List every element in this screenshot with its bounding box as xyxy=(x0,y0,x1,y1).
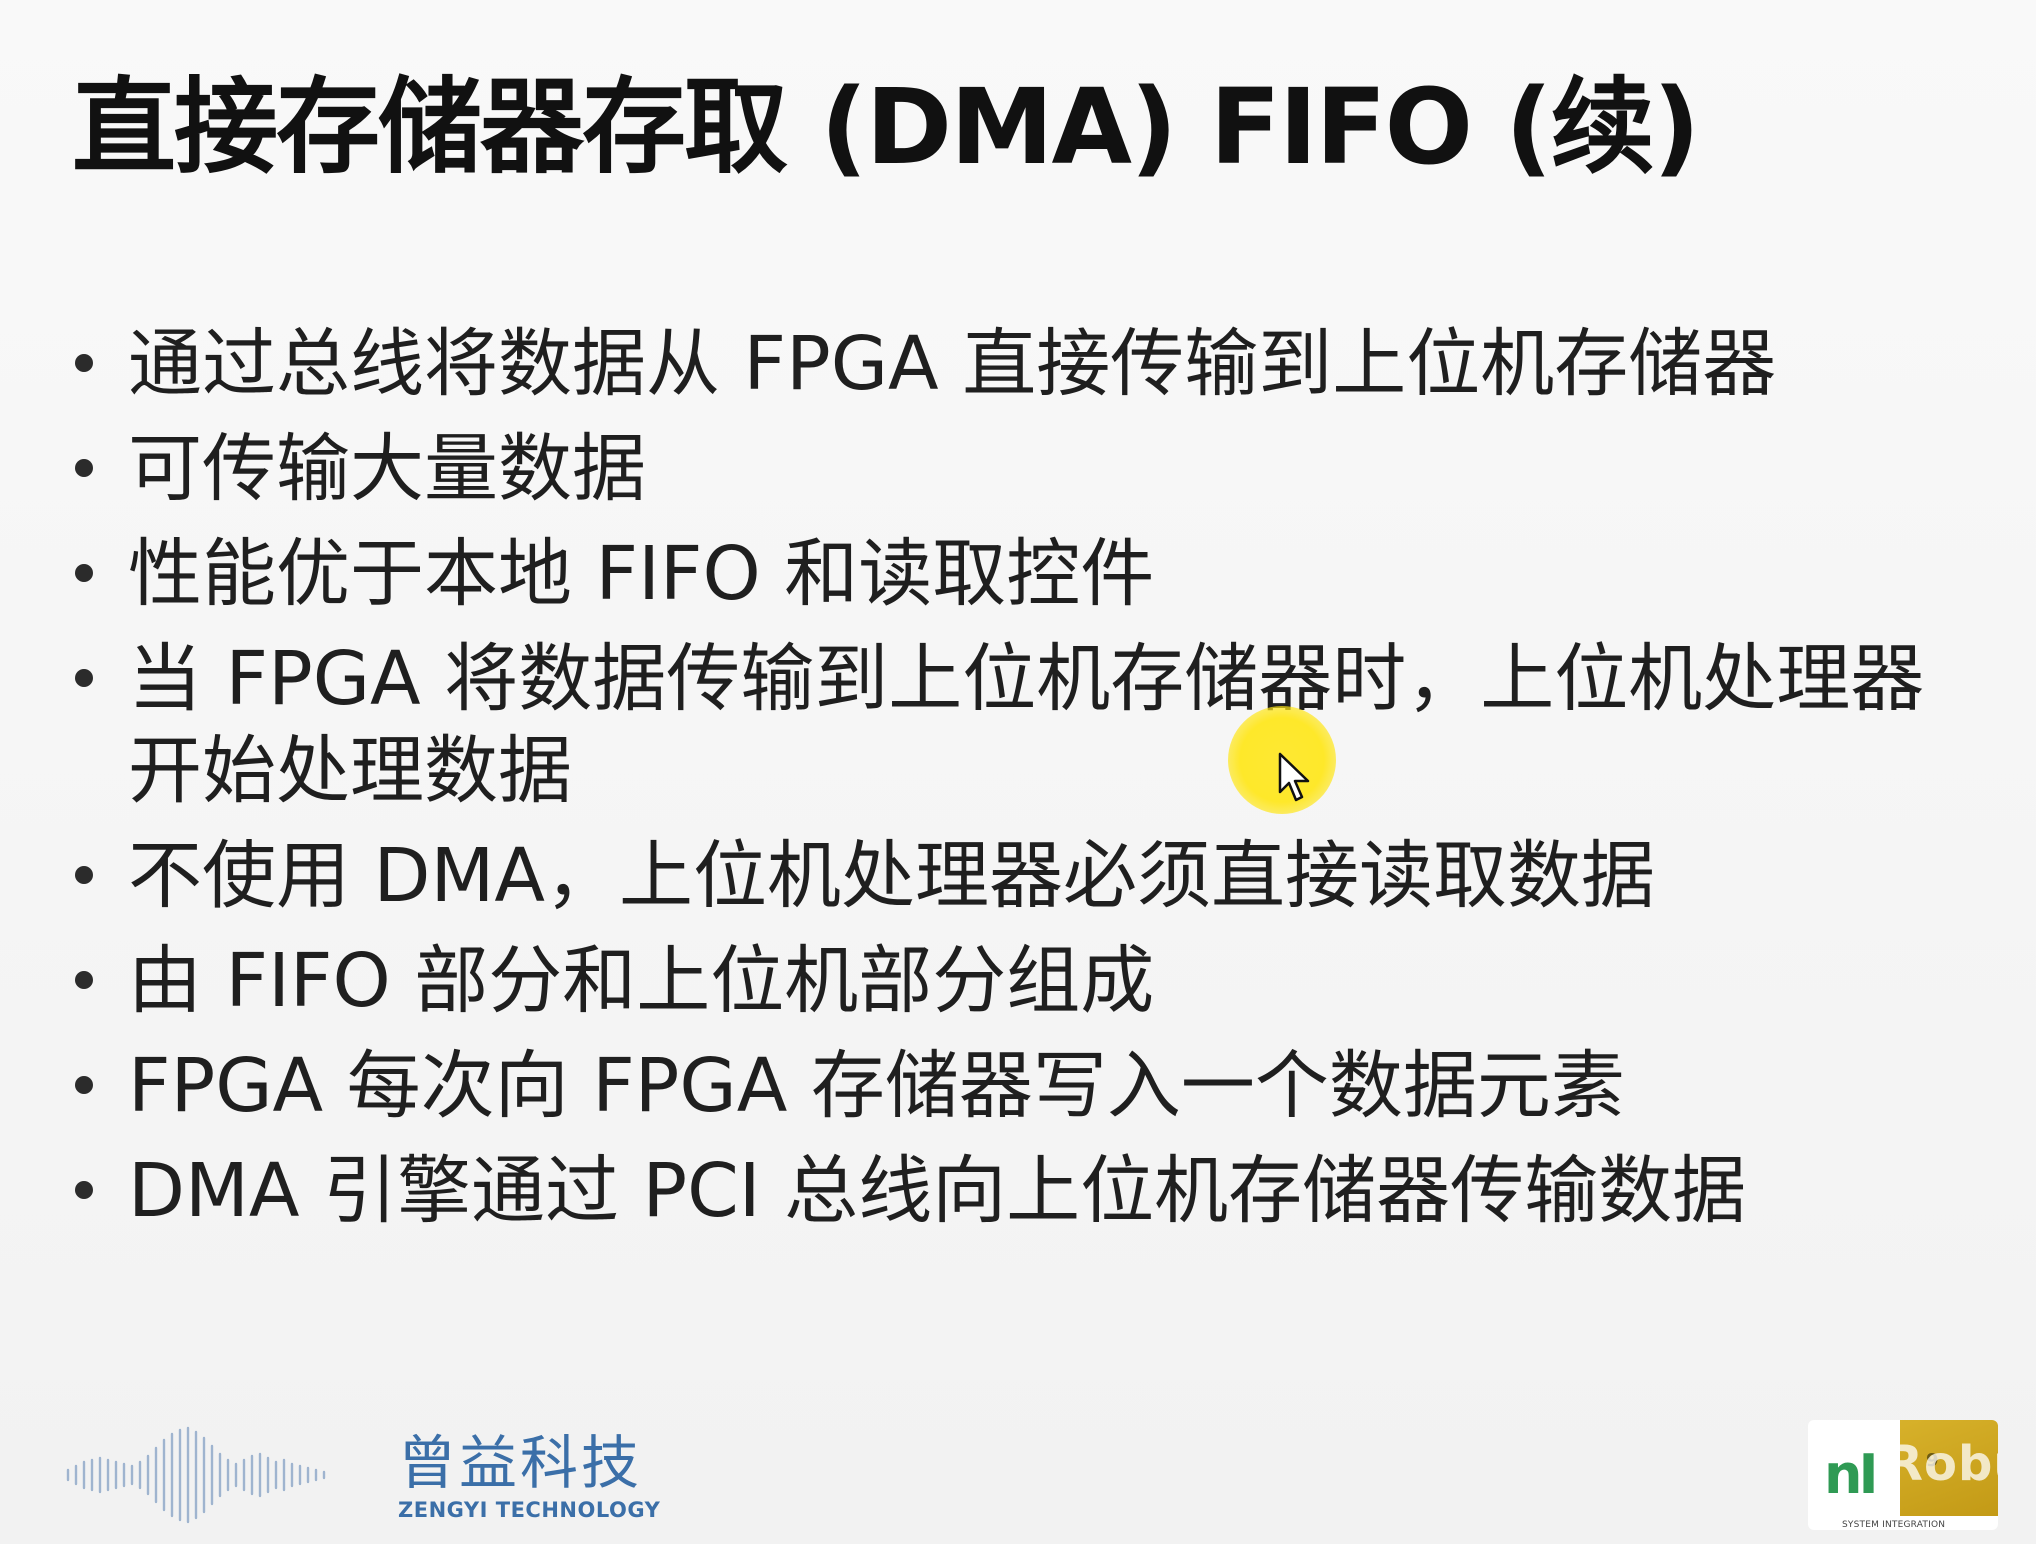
list-item: 由 FIFO 部分和上位机部分组成 xyxy=(70,935,1970,1027)
bullet-text: 通过总线将数据从 FPGA 直接传输到上位机存储器 xyxy=(128,321,1777,407)
bullet-dot-icon xyxy=(75,866,93,884)
list-item: 性能优于本地 FIFO 和读取控件 xyxy=(70,528,1970,620)
bullet-text: 可传输大量数据 xyxy=(128,426,646,512)
bullet-text: 由 FIFO 部分和上位机部分组成 xyxy=(128,938,1155,1024)
logo-caption: SYSTEM INTEGRATION xyxy=(1842,1520,1946,1530)
bullet-dot-icon xyxy=(75,971,93,989)
list-item: DMA 引擎通过 PCI 总线向上位机存储器传输数据 xyxy=(70,1145,1970,1237)
bullet-dot-icon xyxy=(75,564,93,582)
bullet-dot-icon xyxy=(75,459,93,477)
mouse-pointer-arrow-icon xyxy=(1278,752,1310,802)
list-item: 可传输大量数据 xyxy=(70,423,1970,515)
ni-logo: nI xyxy=(1824,1443,1879,1506)
watermark-text: Robu xyxy=(1886,1436,1998,1492)
brand-logo: 曾益科技 ZENGYI TECHNOLOGY xyxy=(398,1434,660,1521)
bullet-text: 不使用 DMA，上位机处理器必须直接读取数据 xyxy=(128,833,1655,919)
brand-name-cn: 曾益科技 xyxy=(398,1429,643,1497)
bullet-list: 通过总线将数据从 FPGA 直接传输到上位机存储器 可传输大量数据 性能优于本地… xyxy=(70,318,1970,1250)
bullet-dot-icon xyxy=(75,1076,93,1094)
brand-name-en: ZENGYI TECHNOLOGY xyxy=(398,1498,661,1522)
list-item: 当 FPGA 将数据传输到上位机存储器时，上位机处理器开始处理数据 xyxy=(70,633,1970,817)
list-item: 不使用 DMA，上位机处理器必须直接读取数据 xyxy=(70,830,1970,922)
bullet-text: 当 FPGA 将数据传输到上位机存储器时，上位机处理器开始处理数据 xyxy=(128,636,1925,814)
slide-title: 直接存储器存取 (DMA) FIFO (续) xyxy=(72,66,1700,188)
sound-wave-logo-icon xyxy=(66,1426,326,1524)
bullet-text: FPGA 每次向 FPGA 存储器写入一个数据元素 xyxy=(128,1043,1625,1129)
partner-logo: nI 9 Robu SYSTEM INTEGRATION xyxy=(1808,1420,1998,1530)
bullet-dot-icon xyxy=(75,1181,93,1199)
bullet-dot-icon xyxy=(75,354,93,372)
list-item: FPGA 每次向 FPGA 存储器写入一个数据元素 xyxy=(70,1040,1970,1132)
bullet-dot-icon xyxy=(75,669,93,687)
list-item: 通过总线将数据从 FPGA 直接传输到上位机存储器 xyxy=(70,318,1970,410)
slide: 直接存储器存取 (DMA) FIFO (续) 通过总线将数据从 FPGA 直接传… xyxy=(0,0,2036,1544)
bullet-text: DMA 引擎通过 PCI 总线向上位机存储器传输数据 xyxy=(128,1148,1747,1234)
bullet-text: 性能优于本地 FIFO 和读取控件 xyxy=(128,531,1155,617)
